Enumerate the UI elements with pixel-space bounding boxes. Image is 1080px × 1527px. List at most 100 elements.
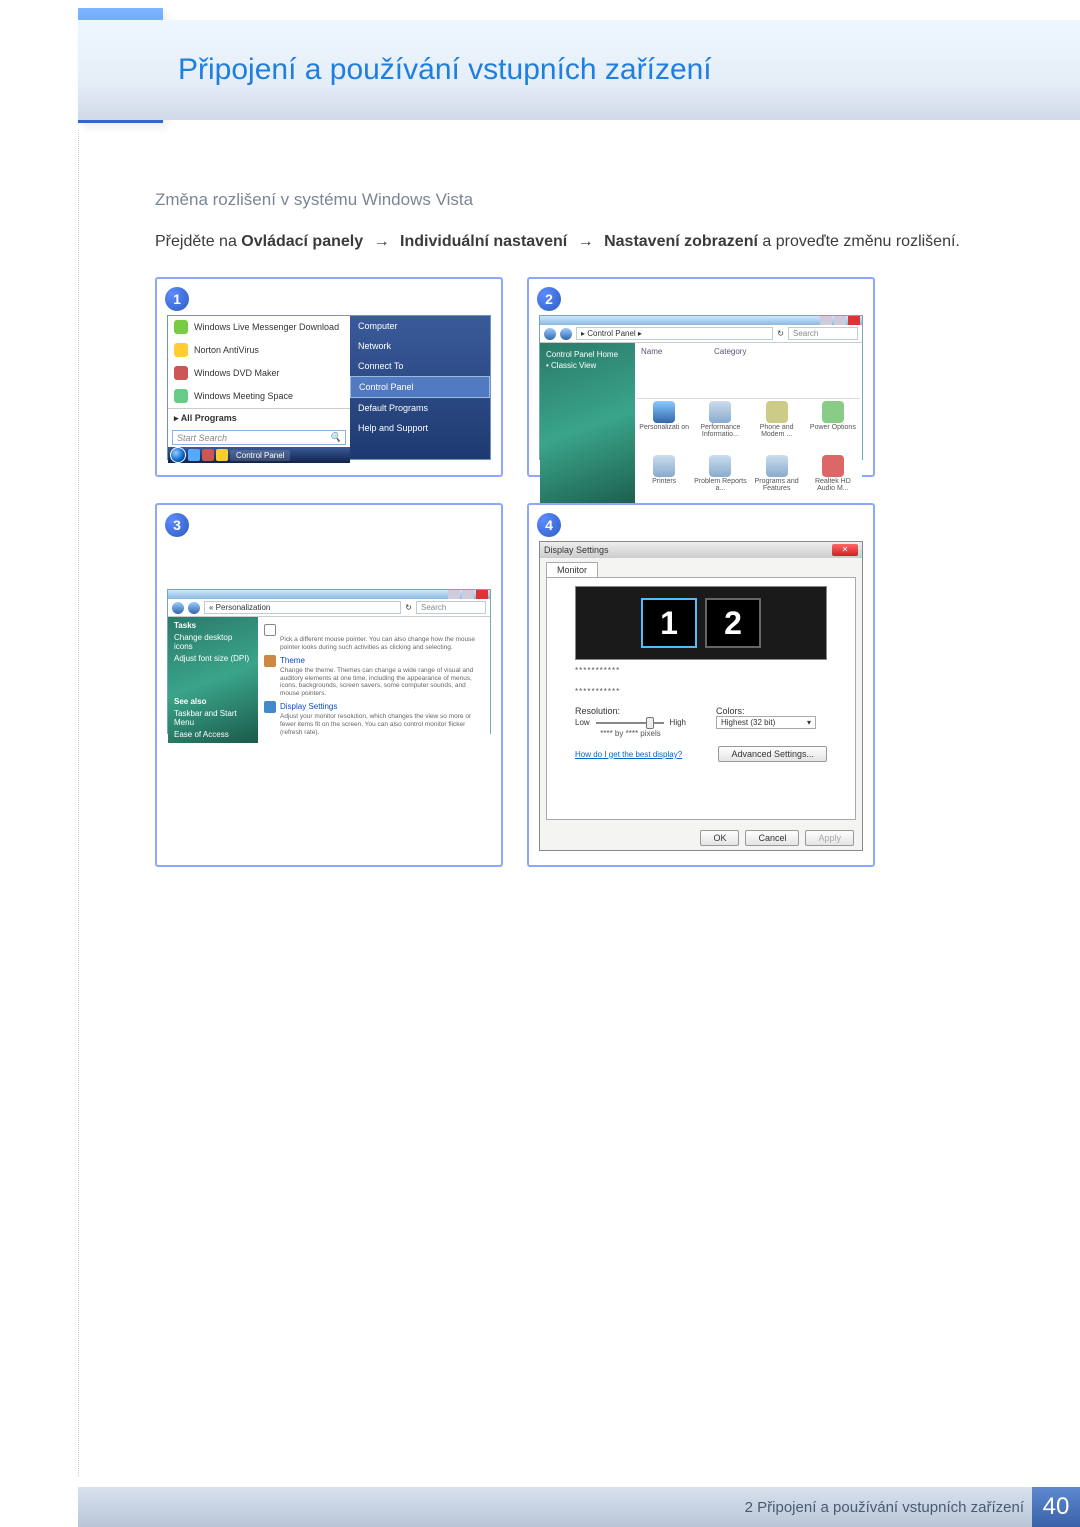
refresh-icon[interactable]: ↻	[777, 329, 784, 338]
start-right-item[interactable]: Default Programs	[350, 398, 490, 418]
arrow-icon: →	[572, 233, 600, 250]
cp-item[interactable]: Performance Informatio...	[693, 401, 747, 453]
cp-sidebar: Control Panel Home • Classic View	[540, 343, 635, 511]
arrow-icon: →	[368, 233, 396, 250]
resolution-slider[interactable]: Low High	[575, 718, 686, 727]
nav-fwd-icon[interactable]	[560, 328, 572, 340]
start-right-item[interactable]: Network	[350, 336, 490, 356]
cp-item[interactable]: Realtek HD Audio M...	[806, 455, 860, 507]
chevron-down-icon: ▾	[807, 718, 811, 727]
start-orb-icon[interactable]	[170, 447, 186, 463]
nav-fwd-icon[interactable]	[188, 602, 200, 614]
taskbar-icon[interactable]	[202, 449, 214, 461]
sidebar-link[interactable]: Adjust font size (DPI)	[174, 654, 252, 663]
start-right-item[interactable]: Computer	[350, 316, 490, 336]
slider-thumb[interactable]	[646, 717, 654, 729]
help-row: How do I get the best display? Advanced …	[575, 746, 827, 762]
instruction-step1: Ovládací panely	[241, 233, 363, 250]
taskbar-icon[interactable]	[188, 449, 200, 461]
display-desc: Adjust your monitor resolution, which ch…	[280, 713, 484, 736]
start-menu-item[interactable]: Norton AntiVirus	[168, 339, 350, 362]
breadcrumb[interactable]: « Personalization	[204, 601, 401, 614]
start-menu-left: Windows Live Messenger Download Norton A…	[168, 316, 350, 459]
cp-item[interactable]: Power Options	[806, 401, 860, 453]
start-menu-item[interactable]: Windows Live Messenger Download	[168, 316, 350, 339]
theme-link[interactable]: Theme	[264, 655, 484, 667]
taskbar-icon[interactable]	[216, 449, 228, 461]
all-programs[interactable]: ▸ All Programs	[168, 408, 350, 428]
cp-item[interactable]: Phone and Modem ...	[750, 401, 804, 453]
checkbox-2[interactable]: ***********	[575, 687, 827, 696]
checkbox-1[interactable]: ***********	[575, 666, 827, 675]
breadcrumb[interactable]: ▸ Control Panel ▸	[576, 327, 773, 340]
dialog-buttons: OK Cancel Apply	[540, 826, 862, 850]
problem-icon	[709, 455, 731, 477]
footer-text: 2 Připojení a používání vstupních zaříze…	[745, 1499, 1024, 1516]
advanced-button[interactable]: Advanced Settings...	[718, 746, 827, 762]
pz-main: Pick a different mouse pointer. You can …	[258, 617, 490, 743]
taskbar-button[interactable]: Control Panel	[230, 450, 290, 461]
sidebar-link[interactable]: Change desktop icons	[174, 633, 252, 651]
start-right-item-highlight[interactable]: Control Panel	[350, 376, 490, 398]
printers-icon	[653, 455, 675, 477]
display-settings-dialog: Display Settings ✕ Monitor 1 2 *********…	[539, 541, 863, 851]
chapter-header: Připojení a používání vstupních zařízení	[78, 20, 1080, 120]
screenshot-panel-3: 3 « Personalization ↻ Search Tasks Chang…	[155, 503, 503, 867]
monitor-1[interactable]: 1	[641, 598, 697, 648]
cp-item[interactable]: Programs and Features	[750, 455, 804, 507]
colors-select[interactable]: Highest (32 bit)▾	[716, 716, 816, 729]
cp-item[interactable]: Printers	[637, 455, 691, 507]
nav-back-icon[interactable]	[544, 328, 556, 340]
instruction-step3: Nastavení zobrazení	[604, 233, 758, 250]
nav-back-icon[interactable]	[172, 602, 184, 614]
dvd-icon	[174, 366, 188, 380]
close-icon[interactable]	[848, 316, 860, 325]
search-input[interactable]: Search	[788, 327, 858, 340]
seealso-header: See also	[174, 697, 252, 706]
cp-item[interactable]: Problem Reports a...	[693, 455, 747, 507]
minimize-icon[interactable]	[448, 590, 460, 599]
mouse-desc: Pick a different mouse pointer. You can …	[280, 636, 484, 652]
resolution-col: Resolution: Low High **** by **** pixels	[575, 706, 686, 738]
step-badge-3: 3	[165, 513, 189, 537]
minimize-icon[interactable]	[820, 316, 832, 325]
cp-classic-link[interactable]: • Classic View	[546, 360, 629, 371]
ok-button[interactable]: OK	[700, 830, 739, 846]
window-titlebar	[168, 590, 490, 599]
sidebar-link[interactable]: Taskbar and Start Menu	[174, 709, 252, 727]
apply-button[interactable]: Apply	[805, 830, 854, 846]
maximize-icon[interactable]	[834, 316, 846, 325]
search-icon: 🔍	[330, 432, 341, 443]
help-link[interactable]: How do I get the best display?	[575, 750, 682, 759]
maximize-icon[interactable]	[462, 590, 474, 599]
address-bar: « Personalization ↻ Search	[168, 599, 490, 617]
tasks-header: Tasks	[174, 621, 252, 630]
sidebar-link[interactable]: Ease of Access	[174, 730, 252, 739]
pz-body: Tasks Change desktop icons Adjust font s…	[168, 617, 490, 743]
display-settings-link[interactable]: Display Settings	[264, 701, 484, 713]
start-right-item[interactable]: Help and Support	[350, 418, 490, 438]
close-icon[interactable]: ✕	[832, 544, 858, 556]
cp-body: Control Panel Home • Classic View NameCa…	[540, 343, 862, 511]
cp-home-link[interactable]: Control Panel Home	[546, 349, 629, 360]
start-menu-item[interactable]: Windows DVD Maker	[168, 362, 350, 385]
page-number: 40	[1032, 1487, 1080, 1527]
slider-high: High	[670, 718, 686, 727]
colors-label: Colors:	[716, 706, 827, 716]
tab-monitor[interactable]: Monitor	[546, 562, 598, 577]
colors-col: Colors: Highest (32 bit)▾	[716, 706, 827, 738]
section-subtitle: Změna rozlišení v systému Windows Vista	[155, 190, 1000, 210]
start-right-item[interactable]: Connect To	[350, 356, 490, 376]
performance-icon	[709, 401, 731, 423]
close-icon[interactable]	[476, 590, 488, 599]
search-input[interactable]: Search	[416, 601, 486, 614]
instruction-prefix: Přejděte na	[155, 233, 241, 250]
cancel-button[interactable]: Cancel	[745, 830, 799, 846]
pz-sidebar: Tasks Change desktop icons Adjust font s…	[168, 617, 258, 743]
cp-item[interactable]: Personalizati on	[637, 401, 691, 453]
start-search-input[interactable]: Start Search🔍	[172, 430, 346, 445]
page-footer: 2 Připojení a používání vstupních zaříze…	[78, 1487, 1080, 1527]
monitor-2[interactable]: 2	[705, 598, 761, 648]
start-menu-item[interactable]: Windows Meeting Space	[168, 385, 350, 408]
refresh-icon[interactable]: ↻	[405, 603, 412, 612]
